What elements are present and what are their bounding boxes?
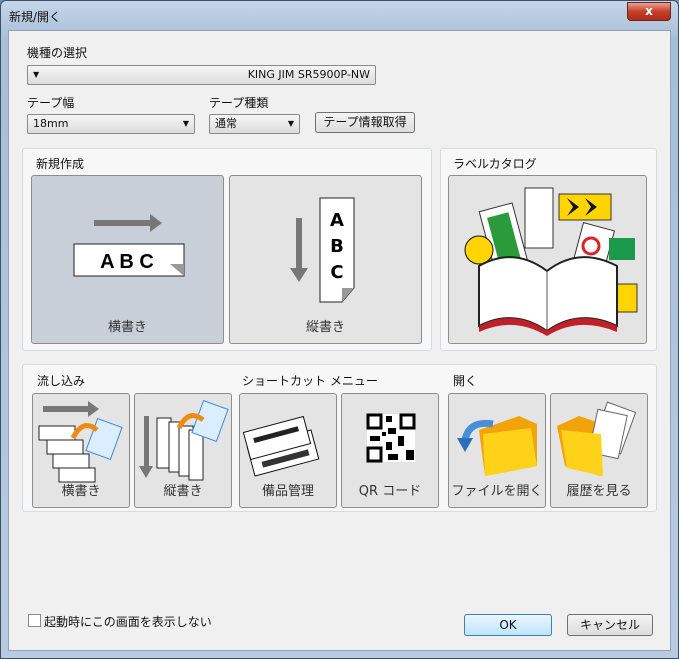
open-folder-icon (457, 416, 537, 476)
tape-type-value: 通常 (215, 117, 237, 130)
flow-group-title: 流し込み (37, 374, 86, 388)
sample-b: B (330, 236, 344, 257)
asset-management-tile[interactable]: 備品管理 (239, 393, 337, 508)
cancel-button[interactable]: キャンセル (567, 614, 653, 636)
sample-text: A B C (100, 251, 154, 273)
horizontal-label-icon: A B C (73, 214, 185, 277)
ok-button[interactable]: OK (464, 614, 552, 636)
startup-checkbox-label[interactable]: 起動時にこの画面を表示しない (44, 613, 212, 630)
tile-label: 横書き (107, 320, 147, 335)
window-title: 新規/開く (9, 10, 62, 24)
tape-info-button[interactable]: テープ情報取得 (315, 112, 415, 133)
dropdown-arrow-icon: ▼ (287, 119, 294, 128)
flow-vertical-tile[interactable]: 縦書き (134, 393, 232, 508)
flow-horizontal-tile[interactable]: 横書き (32, 393, 130, 508)
sample-a: A (330, 210, 344, 231)
new-horizontal-tile[interactable]: A B C 横書き (31, 175, 224, 344)
qr-code-icon (366, 413, 416, 463)
dropdown-arrow-icon: ▼ (33, 70, 40, 79)
tile-label: 備品管理 (261, 484, 314, 499)
tape-width-select[interactable]: 18mm ▼ (27, 114, 195, 134)
open-group-title: 開く (453, 374, 478, 388)
dropdown-arrow-icon: ▼ (182, 119, 189, 128)
open-file-tile[interactable]: ファイルを開く (448, 393, 546, 508)
model-value: KING JIM SR5900P-NW (247, 68, 370, 81)
tape-type-select[interactable]: 通常 ▼ (209, 114, 300, 134)
history-folder-icon (557, 401, 637, 476)
flow-horizontal-icon (38, 401, 123, 483)
tape-width-label: テープ幅 (27, 96, 75, 110)
tile-label: 横書き (61, 484, 101, 499)
shortcut-group-title: ショートカット メニュー (242, 374, 378, 388)
asset-labels-icon (242, 415, 320, 477)
startup-checkbox[interactable] (28, 614, 41, 627)
label-catalog-tile[interactable] (448, 175, 647, 344)
tile-label: 履歴を見る (566, 484, 632, 499)
flow-vertical-icon (139, 399, 229, 481)
tile-label: QR コード (358, 484, 422, 499)
tape-type-label: テープ種類 (209, 96, 269, 110)
sample-c: C (330, 262, 343, 283)
catalog-group-title: ラベルカタログ (453, 157, 537, 171)
history-tile[interactable]: 履歴を見る (550, 393, 648, 508)
tape-width-value: 18mm (33, 117, 69, 130)
tile-label: 縦書き (305, 320, 345, 335)
tile-label: ファイルを開く (451, 484, 543, 499)
model-select[interactable]: ▼ KING JIM SR5900P-NW (27, 65, 376, 85)
new-group-title: 新規作成 (36, 157, 85, 171)
model-label: 機種の選択 (27, 46, 88, 60)
tile-label: 縦書き (163, 484, 203, 499)
catalog-book-icon (464, 187, 638, 336)
qr-code-tile[interactable]: QR コード (341, 393, 439, 508)
close-button[interactable]: x (627, 2, 671, 21)
new-vertical-tile[interactable]: A B C 縦書き (229, 175, 422, 344)
vertical-label-icon: A B C (290, 197, 355, 303)
